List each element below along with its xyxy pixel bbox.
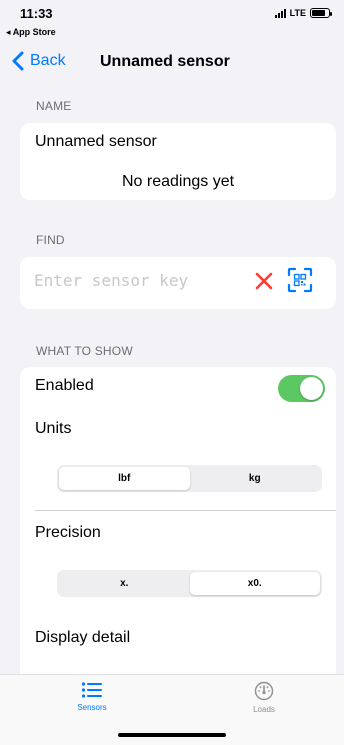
readings-status: No readings yet	[121, 173, 235, 190]
page-title: Unnamed sensor	[100, 53, 230, 70]
find-card	[20, 257, 336, 309]
sensor-key-input[interactable]	[34, 271, 234, 290]
divider	[35, 510, 336, 511]
clear-icon[interactable]	[254, 271, 274, 291]
precision-option-x0[interactable]: x0.	[189, 572, 320, 595]
back-to-app-store[interactable]: ◂ App Store	[6, 27, 56, 38]
display-detail-label[interactable]: Display detail	[35, 629, 130, 647]
status-time: 11:33	[20, 6, 53, 21]
tab-loads[interactable]: Loads	[224, 681, 304, 714]
units-option-lbf[interactable]: lbf	[59, 467, 190, 490]
section-header-find: FIND	[36, 233, 65, 247]
status-indicators: LTE	[274, 8, 332, 18]
qr-scan-icon[interactable]	[287, 267, 313, 293]
back-button-label: Back	[30, 52, 66, 69]
signal-icon	[274, 8, 286, 18]
precision-option-x[interactable]: x.	[59, 572, 190, 595]
section-header-what-to-show: WHAT TO SHOW	[36, 344, 133, 358]
tab-loads-label: Loads	[253, 705, 275, 714]
tab-sensors-label: Sensors	[77, 703, 107, 712]
navigation-bar: Back Unnamed sensor	[0, 46, 344, 80]
home-indicator	[118, 733, 226, 737]
enabled-toggle[interactable]	[278, 375, 325, 402]
precision-label: Precision	[35, 524, 101, 541]
sensor-name[interactable]: Unnamed sensor	[35, 133, 157, 151]
name-card: Unnamed sensor No readings yet	[20, 123, 336, 200]
toggle-knob	[300, 377, 323, 400]
status-bar: 11:33 ◂ App Store LTE	[0, 0, 344, 44]
back-to-app-label: App Store	[12, 27, 56, 37]
units-segmented-control: lbf kg	[57, 465, 322, 492]
network-type: LTE	[289, 8, 306, 18]
units-label: Units	[35, 420, 72, 437]
enabled-label: Enabled	[35, 377, 94, 394]
battery-icon	[310, 8, 332, 18]
precision-segmented-control: x. x0.	[57, 570, 322, 597]
gauge-icon	[254, 681, 274, 701]
list-icon	[81, 682, 102, 698]
display-settings-card: Enabled Units lbf kg Precision x. x0. Di…	[20, 367, 336, 674]
chevron-left-icon	[12, 51, 24, 71]
tab-sensors[interactable]: Sensors	[52, 681, 132, 712]
units-option-kg[interactable]: kg	[190, 467, 321, 490]
section-header-name: NAME	[36, 99, 72, 113]
back-button[interactable]: Back	[12, 51, 66, 71]
